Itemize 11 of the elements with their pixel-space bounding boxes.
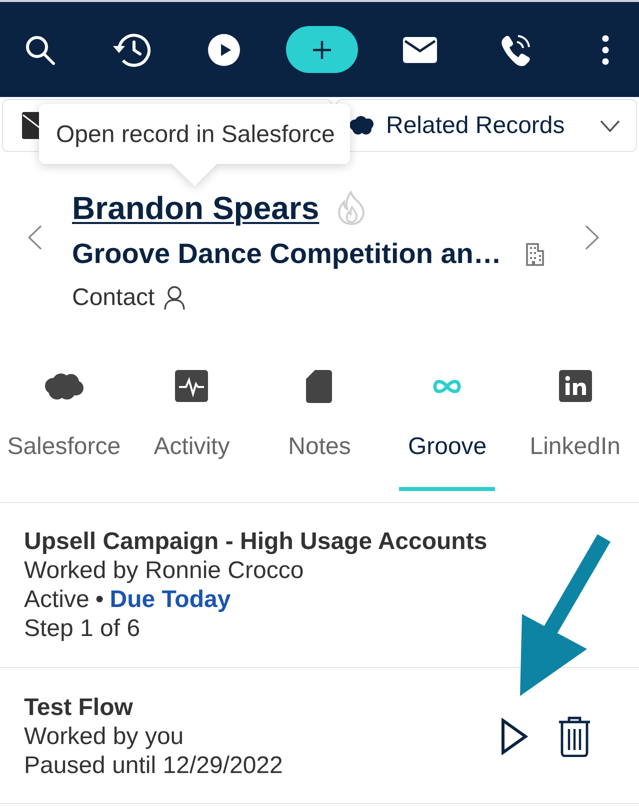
due-date: Due Today (110, 585, 231, 614)
flow-owner: Worked by Ronnie Crocco (24, 556, 304, 585)
flow-title: Test Flow (24, 693, 133, 722)
bullet-separator: • (95, 585, 104, 614)
flow-owner: Worked by you (24, 722, 184, 751)
flow-status: Paused until 12/29/2022 (24, 751, 283, 780)
flow-step: Step 1 of 6 (24, 614, 140, 643)
record-type: Contact (72, 283, 155, 312)
account-name: Groove Dance Competition an… (72, 237, 502, 271)
flow-status: Active (24, 585, 90, 614)
flow-title: Upsell Campaign - High Usage Accounts (24, 527, 488, 556)
